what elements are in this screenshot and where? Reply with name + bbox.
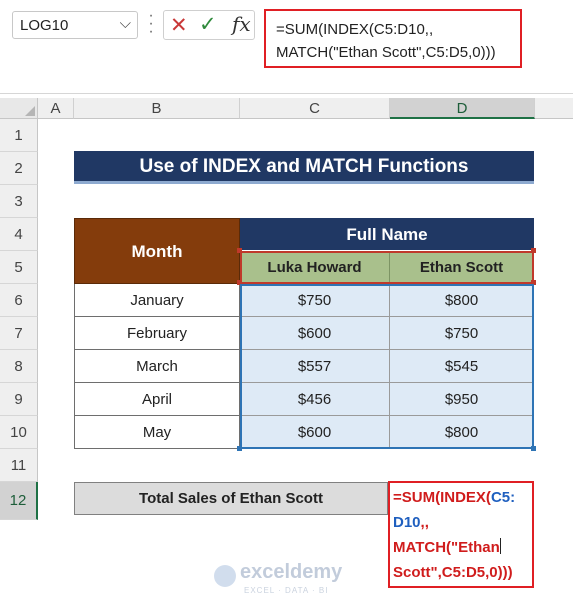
row-header-2[interactable]: 2 (0, 152, 38, 185)
row-header-10[interactable]: 10 (0, 416, 38, 449)
sales-cell[interactable]: $800 (390, 416, 534, 449)
formula-line-1: =SUM(INDEX(C5:D10,, (276, 21, 434, 38)
sales-cell[interactable]: $600 (240, 317, 390, 350)
exceldemy-watermark: exceldemy EXCEL · DATA · BI (214, 561, 364, 601)
text-cursor (499, 538, 501, 554)
formula-line-2: MATCH("Ethan Scott",C5:D5,0))) (276, 44, 496, 61)
sales-cell[interactable]: $600 (240, 416, 390, 449)
sales-cell[interactable]: $950 (390, 383, 534, 416)
month-cell[interactable]: March (74, 350, 240, 383)
formula-ref: D10 (393, 514, 421, 531)
column-header-b[interactable]: B (74, 98, 240, 119)
formula-buttons: ✕ ✓ fx (163, 10, 255, 40)
logo-icon (214, 565, 236, 587)
range-handle[interactable] (237, 248, 242, 253)
watermark-tagline: EXCEL · DATA · BI (244, 586, 329, 595)
month-header[interactable]: Month (74, 218, 240, 284)
chevron-down-icon[interactable]: ⌵ (120, 15, 131, 32)
name-box[interactable]: LOG10 ⌵ (12, 11, 138, 39)
column-header-a[interactable]: A (38, 98, 74, 119)
range-handle[interactable] (531, 248, 536, 253)
select-all-corner[interactable] (0, 98, 38, 119)
column-header-d[interactable]: D (390, 98, 535, 119)
active-formula-cell[interactable]: =SUM(INDEX(C5: D10,, MATCH("Ethan Scott"… (388, 481, 534, 588)
formula-part: Scott", (393, 564, 442, 581)
name-header-luka[interactable]: Luka Howard (240, 251, 390, 284)
formula-part: MATCH("Ethan (393, 539, 500, 556)
watermark-name: exceldemy (240, 561, 343, 583)
column-header-e[interactable] (535, 98, 573, 119)
row-header-9[interactable]: 9 (0, 383, 38, 416)
enter-icon[interactable]: ✓ (199, 12, 217, 37)
row-header-12[interactable]: 12 (0, 482, 38, 520)
sheet-title[interactable]: Use of INDEX and MATCH Functions (74, 151, 534, 184)
sales-cell[interactable]: $750 (240, 284, 390, 317)
formula-bar-area: LOG10 ⌵ · · · ✕ ✓ fx =SUM(INDEX(C5:D10,, M… (0, 0, 573, 98)
month-cell[interactable]: April (74, 383, 240, 416)
worksheet-grid[interactable]: A B C D 1 2 3 4 5 6 7 8 9 10 11 12 Use o… (0, 98, 573, 607)
range-handle[interactable] (237, 446, 242, 451)
formula-input[interactable]: =SUM(INDEX(C5:D10,, MATCH("Ethan Scott",… (264, 9, 522, 68)
range-handle[interactable] (531, 280, 536, 285)
range-handle[interactable] (531, 446, 536, 451)
row-header-1[interactable]: 1 (0, 119, 38, 152)
sales-cell[interactable]: $456 (240, 383, 390, 416)
month-cell[interactable]: May (74, 416, 240, 449)
range-handle[interactable] (237, 280, 242, 285)
divider (0, 93, 573, 94)
insert-function-icon[interactable]: fx (232, 12, 251, 36)
month-cell[interactable]: January (74, 284, 240, 317)
sales-cell[interactable]: $545 (390, 350, 534, 383)
sales-cell[interactable]: $750 (390, 317, 534, 350)
row-header-5[interactable]: 5 (0, 251, 38, 284)
total-label-cell[interactable]: Total Sales of Ethan Scott (74, 482, 388, 515)
formula-part: =SUM(INDEX( (393, 489, 491, 506)
row-header-4[interactable]: 4 (0, 218, 38, 251)
sales-cell[interactable]: $557 (240, 350, 390, 383)
name-header-ethan[interactable]: Ethan Scott (390, 251, 534, 284)
formula-ref: C5: (490, 489, 516, 506)
more-options-icon[interactable]: · · · (148, 8, 154, 40)
cancel-icon[interactable]: ✕ (170, 13, 188, 38)
formula-ref: C5:D5 (441, 564, 486, 581)
column-header-c[interactable]: C (240, 98, 390, 119)
full-name-header[interactable]: Full Name (240, 218, 534, 251)
formula-part: ,0))) (485, 564, 513, 581)
month-cell[interactable]: February (74, 317, 240, 350)
sales-cell[interactable]: $800 (390, 284, 534, 317)
row-header-6[interactable]: 6 (0, 284, 38, 317)
name-box-value: LOG10 (20, 17, 69, 34)
row-header-11[interactable]: 11 (0, 449, 38, 482)
row-header-8[interactable]: 8 (0, 350, 38, 383)
row-header-3[interactable]: 3 (0, 185, 38, 218)
row-header-7[interactable]: 7 (0, 317, 38, 350)
formula-part: ,, (420, 514, 429, 531)
